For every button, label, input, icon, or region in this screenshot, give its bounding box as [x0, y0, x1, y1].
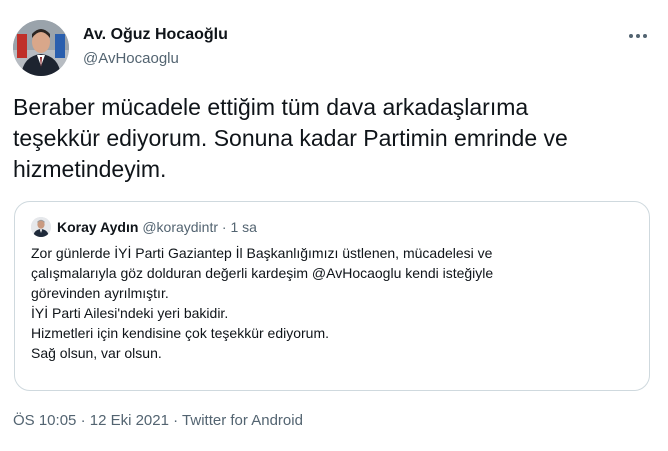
- more-horizontal-icon: [628, 34, 649, 38]
- tweet-text: Beraber mücadele ettiğim tüm dava arkada…: [13, 94, 568, 182]
- quoted-author-name[interactable]: Koray Aydın: [57, 219, 138, 235]
- quoted-tweet-text: Zor günlerde İYİ Parti Gaziantep İl Başk…: [31, 243, 631, 363]
- quoted-text-line: Hizmetleri için kendisine çok teşekkür e…: [31, 325, 329, 341]
- quoted-text-line: Zor günlerde İYİ Parti Gaziantep İl Başk…: [31, 245, 493, 261]
- quoted-tweet-header: Koray Aydın @koraydintr · 1 sa: [57, 218, 257, 236]
- tweet-date[interactable]: 12 Eki 2021: [90, 412, 169, 429]
- quoted-text-line: Sağ olsun, var olsun.: [31, 345, 162, 361]
- author-handle[interactable]: @AvHocaoglu: [83, 50, 179, 67]
- tweet-source[interactable]: Twitter for Android: [182, 412, 303, 429]
- quoted-author-avatar: [31, 217, 51, 237]
- quoted-separator: ·: [221, 219, 227, 235]
- quoted-text-line: İYİ Parti Ailesi'ndeki yeri bakidir.: [31, 305, 229, 321]
- quoted-text-line: çalışmalarıyla göz dolduran değerli kard…: [31, 265, 494, 281]
- meta-separator: ·: [173, 412, 179, 429]
- quoted-tweet[interactable]: Koray Aydın @koraydintr · 1 sa Zor günle…: [14, 201, 650, 391]
- author-name[interactable]: Av. Oğuz Hocaoğlu: [83, 26, 228, 44]
- meta-separator: ·: [80, 412, 86, 429]
- quoted-author-handle[interactable]: @koraydintr: [142, 219, 218, 235]
- author-avatar[interactable]: [13, 20, 69, 76]
- quoted-text-line: görevinden ayrılmıştır.: [31, 285, 169, 301]
- quoted-time[interactable]: 1 sa: [230, 219, 256, 235]
- tweet-metadata: ÖS 10:05 · 12 Eki 2021 · Twitter for And…: [13, 412, 303, 429]
- more-options-button[interactable]: [620, 24, 656, 48]
- tweet-time[interactable]: ÖS 10:05: [13, 412, 76, 429]
- tweet: Av. Oğuz Hocaoğlu @AvHocaoglu Beraber mü…: [0, 0, 668, 451]
